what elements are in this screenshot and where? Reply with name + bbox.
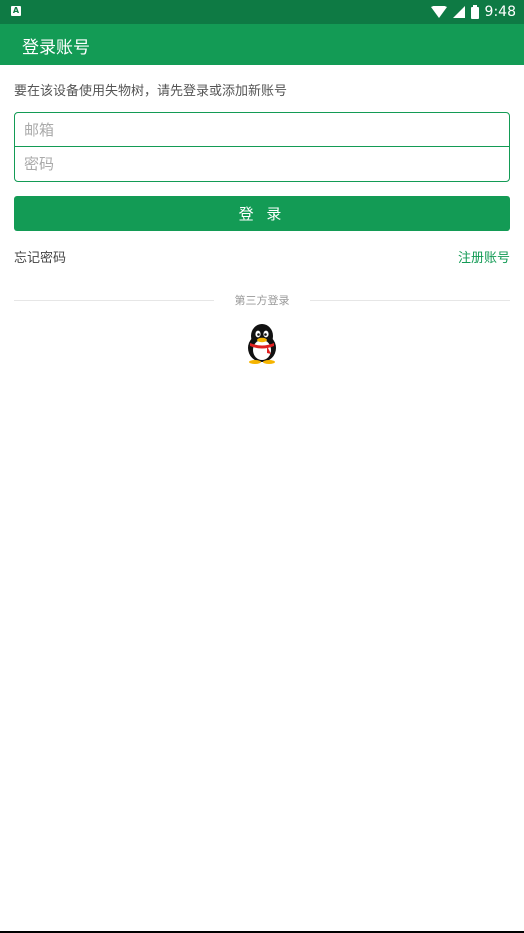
password-input[interactable] <box>22 154 496 174</box>
status-time: 9:48 <box>484 4 516 20</box>
third-party-divider: 第三方登录 <box>14 292 510 308</box>
notification-icon: A <box>11 6 21 16</box>
qq-login-button[interactable] <box>244 322 280 364</box>
status-icons: 9:48 <box>430 0 516 24</box>
password-row <box>15 147 509 181</box>
battery-icon <box>470 5 479 19</box>
divider-line-left <box>14 300 214 301</box>
signal-icon <box>452 6 465 18</box>
forgot-password-link[interactable]: 忘记密码 <box>14 247 66 266</box>
page-title: 登录账号 <box>22 38 90 58</box>
divider-line-right <box>310 300 510 301</box>
wifi-icon <box>430 6 447 18</box>
app-bar: 登录账号 <box>0 24 524 65</box>
qq-icon <box>248 324 276 364</box>
email-input[interactable] <box>22 119 496 140</box>
login-form <box>14 112 510 182</box>
login-hint: 要在该设备使用失物树，请先登录或添加新账号 <box>14 84 288 99</box>
status-bar: A 9:48 <box>0 0 524 24</box>
email-row <box>15 113 509 147</box>
register-account-link[interactable]: 注册账号 <box>458 247 510 266</box>
login-button[interactable]: 登 录 <box>14 196 510 231</box>
third-party-label: 第三方登录 <box>226 292 298 308</box>
